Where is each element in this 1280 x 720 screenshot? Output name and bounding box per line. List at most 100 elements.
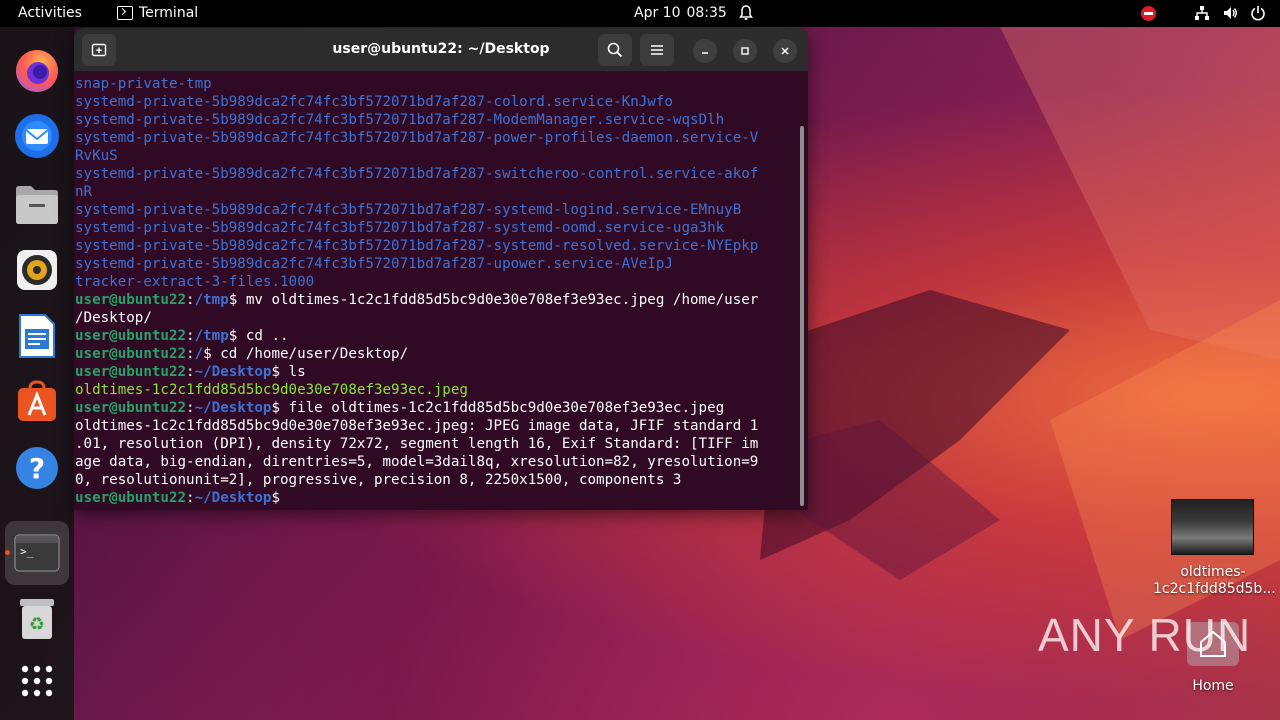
terminal-line: RvKuS	[75, 147, 800, 165]
desktop-file-icon[interactable]: oldtimes- 1c2c1fdd85d5b...	[1153, 564, 1276, 598]
do-not-disturb-icon[interactable]	[1141, 5, 1156, 21]
terminal-text: $ cd ..	[228, 328, 289, 344]
top-bar: Activities Terminal Apr 10 08:35	[0, 0, 1280, 27]
terminal-text: user@ubuntu22	[75, 328, 187, 344]
clock[interactable]: Apr 10 08:35	[634, 5, 727, 21]
terminal-text: /	[194, 346, 204, 362]
trash-icon[interactable]: ♻	[13, 595, 61, 643]
terminal-text: :	[186, 400, 195, 416]
terminal-line: user@ubuntu22:~/Desktop$ file oldtimes-1…	[75, 399, 800, 417]
app-menu[interactable]: Terminal	[117, 5, 198, 21]
clock-time: 08:35	[686, 5, 727, 21]
search-icon	[607, 42, 623, 58]
minimize-icon	[702, 52, 708, 54]
terminal-line: systemd-private-5b989dca2fc74fc3bf572071…	[75, 255, 800, 273]
firefox-icon[interactable]	[13, 47, 61, 95]
rhythmbox-icon[interactable]	[13, 246, 61, 294]
home-folder-label: Home	[1192, 678, 1234, 694]
terminal-line: /Desktop/	[75, 309, 800, 327]
terminal-line: user@ubuntu22:/tmp$ cd ..	[75, 327, 800, 345]
maximize-button[interactable]	[733, 39, 757, 63]
terminal-text: $ file oldtimes-1c2c1fdd85d5bc9d0e30e708…	[271, 400, 725, 416]
terminal-line: systemd-private-5b989dca2fc74fc3bf572071…	[75, 237, 800, 255]
terminal-text: $ cd /home/user/Desktop/	[203, 346, 409, 362]
terminal-text: ~/Desktop	[194, 400, 272, 416]
terminal-line: .01, resolution (DPI), density 72x72, se…	[75, 435, 800, 453]
watermark-text: ANY RUN	[1038, 609, 1252, 661]
terminal-text: ~/Desktop	[194, 364, 272, 380]
terminal-text: oldtimes-1c2c1fdd85d5bc9d0e30e708ef3e93e…	[75, 418, 759, 434]
terminal-text: :	[186, 346, 195, 362]
libreoffice-writer-icon[interactable]	[13, 312, 61, 360]
terminal-icon	[117, 6, 133, 20]
terminal-text: systemd-private-5b989dca2fc74fc3bf572071…	[75, 238, 759, 254]
terminal-text: RvKuS	[75, 148, 118, 164]
anyrun-watermark: ANY RUN	[1038, 608, 1251, 662]
terminal-line: oldtimes-1c2c1fdd85d5bc9d0e30e708ef3e93e…	[75, 381, 800, 399]
terminal-text: systemd-private-5b989dca2fc74fc3bf572071…	[75, 256, 673, 272]
desktop-file-label-line2: 1c2c1fdd85d5b...	[1153, 581, 1276, 597]
notification-bell-icon[interactable]	[738, 4, 754, 22]
dock: ? >_ ♻	[0, 27, 74, 720]
terminal-line: snap-private-tmp	[75, 75, 800, 93]
desktop-file-thumbnail[interactable]	[1171, 499, 1254, 555]
volume-icon	[1224, 7, 1237, 19]
terminal-text: user@ubuntu22	[75, 364, 187, 380]
home-folder-icon[interactable]: Home	[1153, 678, 1273, 695]
close-button[interactable]	[773, 39, 797, 63]
terminal-text: /Desktop/	[75, 310, 152, 326]
terminal-scrollbar[interactable]	[800, 126, 804, 506]
show-apps-icon[interactable]	[13, 657, 61, 705]
terminal-text: snap-private-tmp	[75, 76, 212, 92]
svg-text:♻: ♻	[29, 614, 45, 635]
terminal-text: systemd-private-5b989dca2fc74fc3bf572071…	[75, 166, 759, 182]
activities-button[interactable]: Activities	[18, 5, 82, 21]
terminal-text: user@ubuntu22	[75, 346, 187, 362]
terminal-dock-icon[interactable]: >_	[5, 521, 69, 585]
terminal-text: $ ls	[271, 364, 306, 380]
terminal-line: age data, big-endian, direntries=5, mode…	[75, 453, 800, 471]
terminal-text: .01, resolution (DPI), density 72x72, se…	[75, 436, 759, 452]
minimize-button[interactable]	[693, 39, 717, 63]
power-icon	[1251, 6, 1265, 21]
terminal-output[interactable]: snap-private-tmp systemd-private-5b989dca…	[74, 75, 800, 510]
terminal-text: systemd-private-5b989dca2fc74fc3bf572071…	[75, 112, 725, 128]
terminal-text: user@ubuntu22	[75, 490, 187, 506]
terminal-line: 0, resolutionunit=2], progressive, preci…	[75, 471, 800, 489]
terminal-text: 0, resolutionunit=2], progressive, preci…	[75, 472, 682, 488]
svg-text:>_: >_	[20, 545, 34, 558]
desktop-file-label-line1: oldtimes-	[1180, 564, 1246, 580]
app-center-icon[interactable]	[13, 377, 61, 425]
files-icon[interactable]	[13, 180, 61, 228]
terminal-text: :	[186, 490, 195, 506]
terminal-text: user@ubuntu22	[75, 400, 187, 416]
terminal-line: user@ubuntu22:/$ cd /home/user/Desktop/	[75, 345, 800, 363]
hamburger-menu-icon	[651, 45, 663, 55]
terminal-text: systemd-private-5b989dca2fc74fc3bf572071…	[75, 220, 725, 236]
window-titlebar[interactable]: user@ubuntu22: ~/Desktop	[74, 28, 808, 72]
terminal-text: nR	[75, 184, 93, 200]
running-indicator	[5, 550, 10, 555]
menu-button[interactable]	[640, 34, 674, 66]
help-icon[interactable]: ?	[13, 444, 61, 492]
terminal-line: systemd-private-5b989dca2fc74fc3bf572071…	[75, 219, 800, 237]
terminal-window[interactable]: user@ubuntu22: ~/Desktop snap-private-tm…	[74, 28, 808, 510]
terminal-text: tracker-extract-3-files.1000	[75, 274, 315, 290]
app-menu-label: Terminal	[139, 5, 199, 21]
terminal-text: systemd-private-5b989dca2fc74fc3bf572071…	[75, 130, 759, 146]
thunderbird-icon[interactable]	[13, 112, 61, 160]
terminal-line: user@ubuntu22:~/Desktop$	[75, 489, 800, 507]
terminal-line: systemd-private-5b989dca2fc74fc3bf572071…	[75, 129, 800, 147]
system-tray[interactable]	[1141, 5, 1266, 21]
terminal-text: ~/Desktop	[194, 490, 272, 506]
terminal-text: oldtimes-1c2c1fdd85d5bc9d0e30e708ef3e93e…	[75, 382, 468, 398]
terminal-text: user@ubuntu22	[75, 292, 187, 308]
terminal-text: systemd-private-5b989dca2fc74fc3bf572071…	[75, 202, 742, 218]
terminal-text: systemd-private-5b989dca2fc74fc3bf572071…	[75, 94, 673, 110]
terminal-line: systemd-private-5b989dca2fc74fc3bf572071…	[75, 201, 800, 219]
search-button[interactable]	[598, 34, 632, 66]
terminal-text: /tmp	[194, 328, 229, 344]
terminal-line: user@ubuntu22:/tmp$ mv oldtimes-1c2c1fdd…	[75, 291, 800, 309]
terminal-line: systemd-private-5b989dca2fc74fc3bf572071…	[75, 165, 800, 183]
clock-date: Apr 10	[634, 5, 681, 21]
